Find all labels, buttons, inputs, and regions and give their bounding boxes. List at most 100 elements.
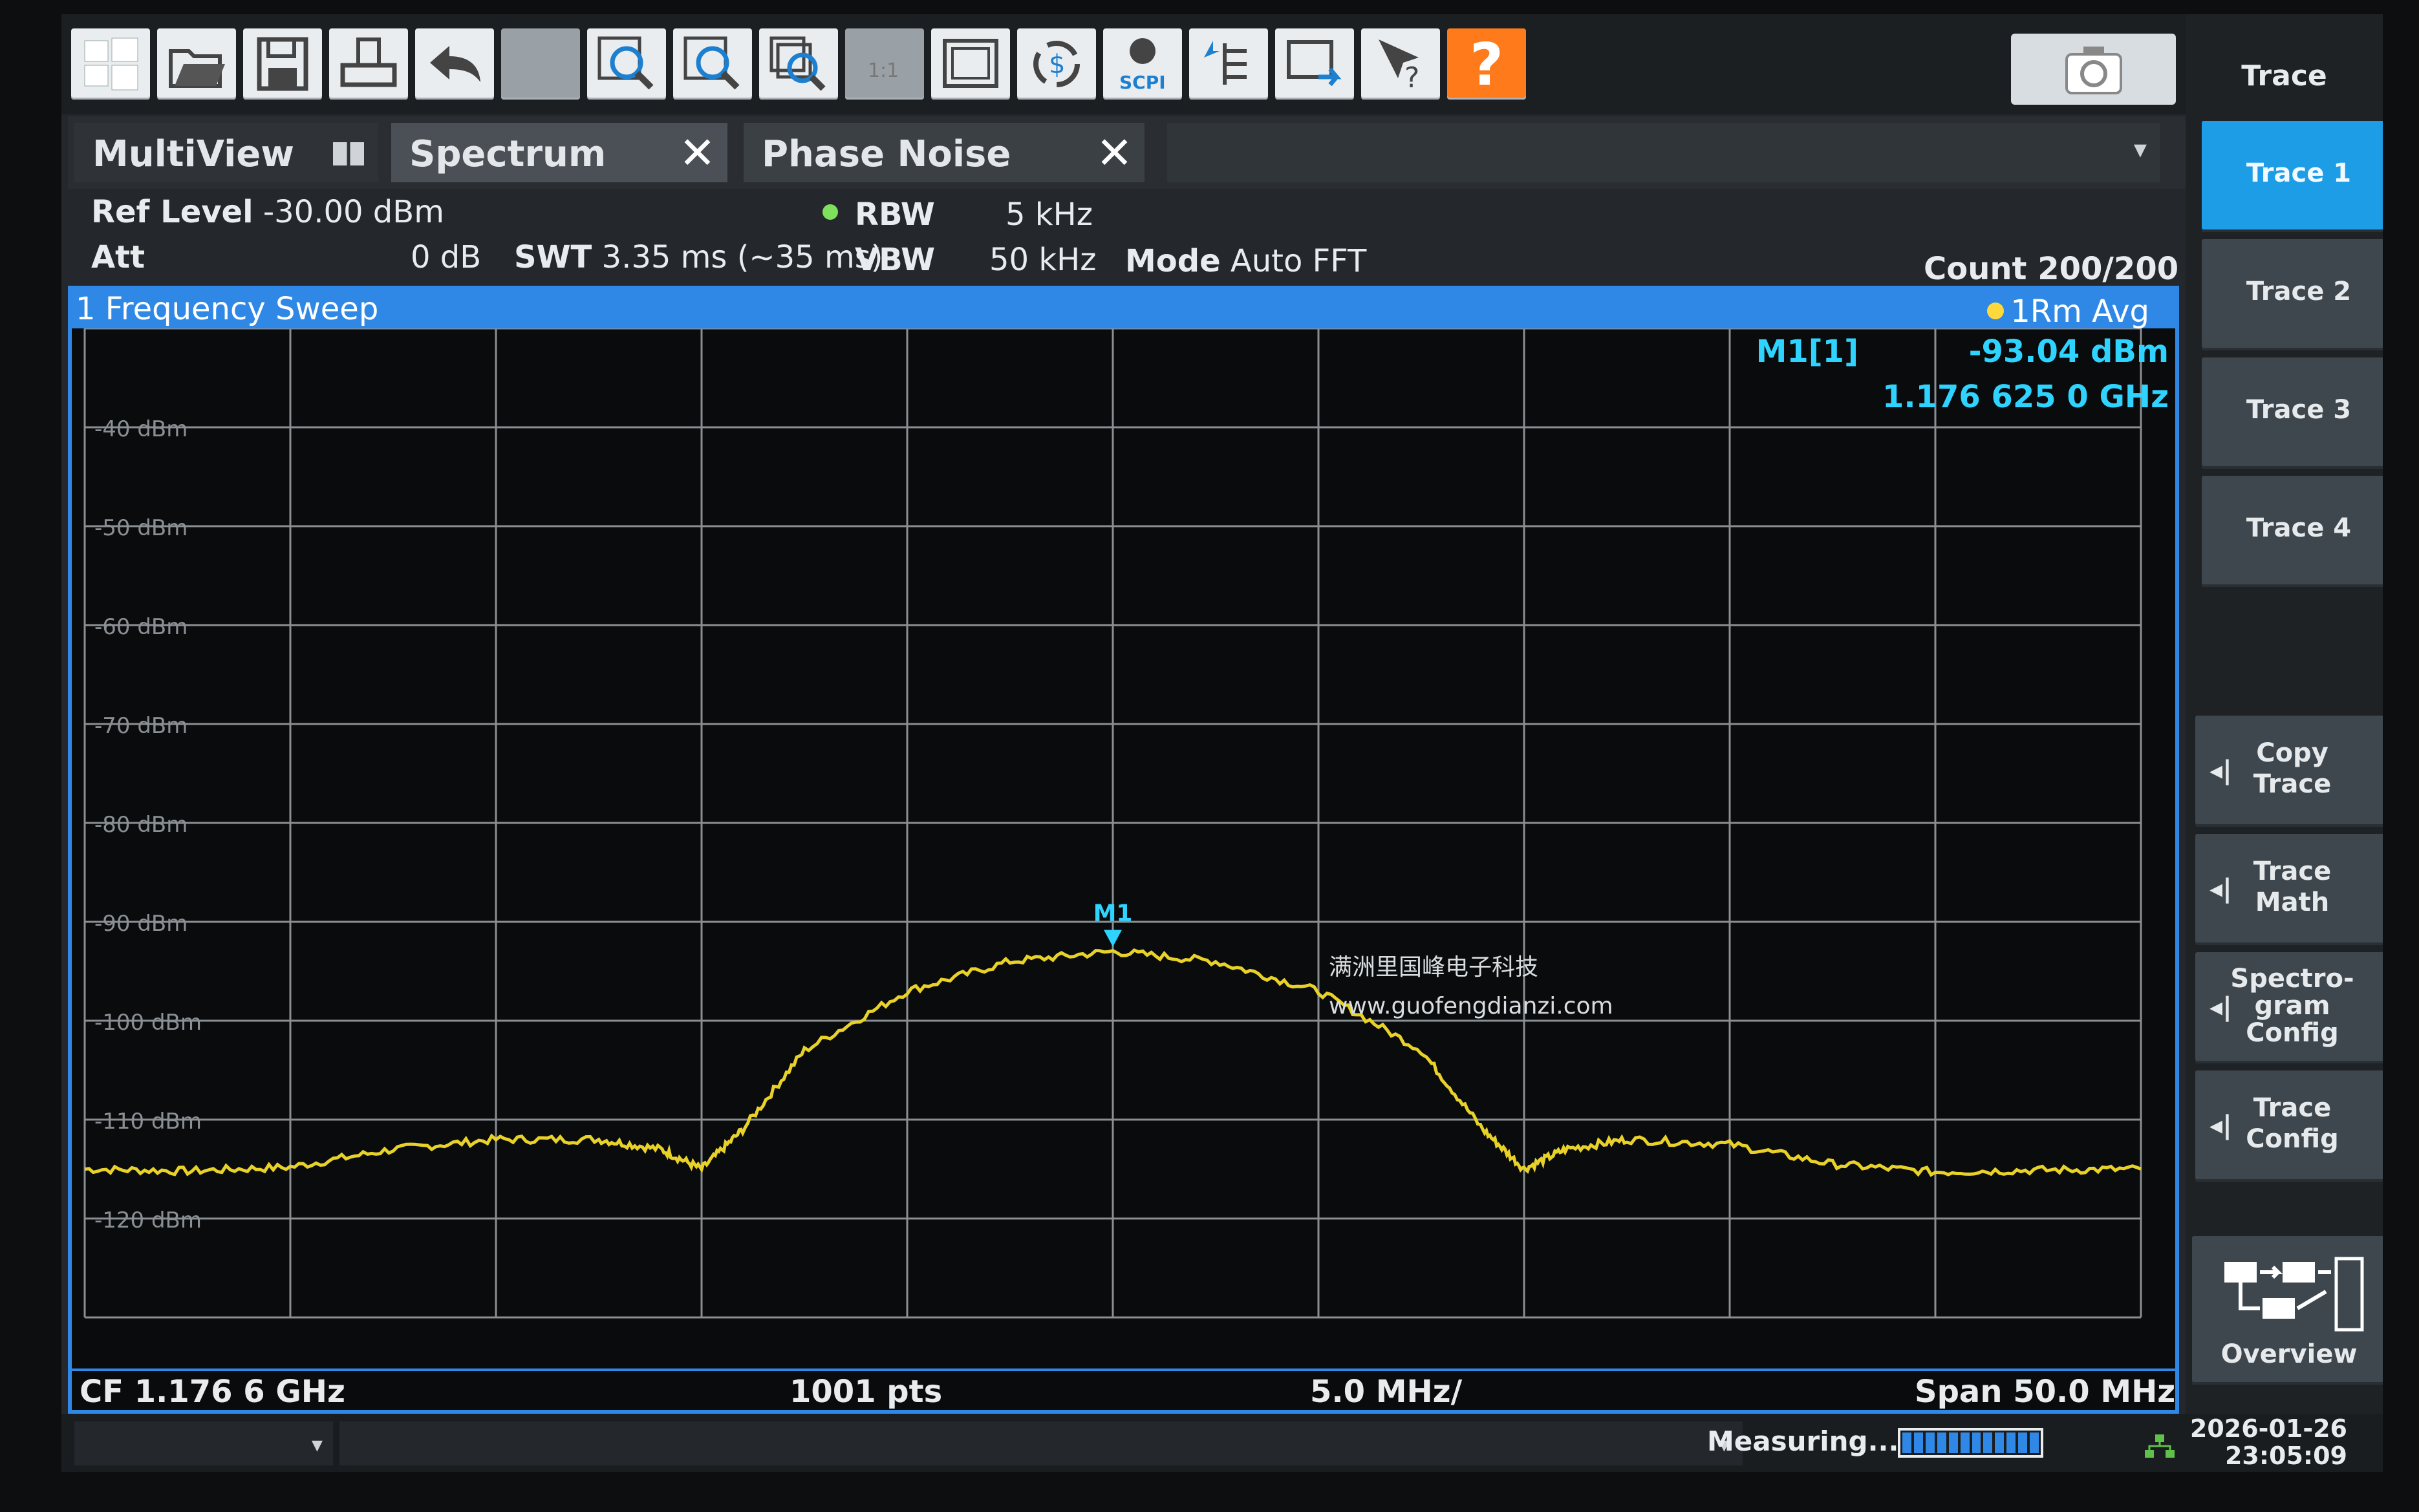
windows-start-icon[interactable] [71,28,150,100]
tab-multiview-label: MultiView [92,133,295,175]
scpi-label: SCPI [1119,72,1166,93]
progress-segment [1983,1432,1993,1453]
swt[interactable]: SWT 3.35 ms (~35 ms) [514,239,883,275]
camera-icon [2065,47,2122,94]
display-icon[interactable] [1275,28,1354,100]
progress-segment [1960,1432,1970,1453]
sweep-count: Count 200/200 [1924,251,2179,287]
softkey-copy-trace[interactable]: ◂| Copy Trace [2195,716,2383,827]
softkey-trace-math[interactable]: ◂| Trace Math [2195,834,2383,945]
ref-level-label: Ref Level [91,194,253,230]
zoom-icon[interactable] [587,28,666,100]
progress-segment [1972,1432,1981,1453]
undo-icon[interactable] [415,28,494,100]
softkey-trace-4[interactable]: Trace 4 [2202,476,2383,587]
panel-title: Trace [2241,59,2327,92]
tab-bar: MultiView Spectrum ✕ Phase Noise ✕ ▾ [68,116,2189,189]
vbw-label-text: VBW [855,242,936,278]
multi-zoom-icon[interactable] [673,28,752,100]
swt-label: SWT [514,239,592,275]
y-tick-label: -100 dBm [94,1010,202,1036]
att-label[interactable]: Att [91,239,145,275]
overview-flow-icon [2224,1257,2364,1332]
softkey-trace-3[interactable]: Trace 3 [2202,357,2383,469]
svg-text:$: $ [1049,50,1065,80]
att-value[interactable]: 0 dB [411,239,481,275]
full-screen-icon[interactable] [931,28,1010,100]
toolbar: 1:1 $ SCPI ? ? [61,14,2195,114]
y-tick-label: -50 dBm [94,515,188,541]
close-icon[interactable]: ✕ [1096,128,1133,179]
progress-segment [1995,1432,2005,1453]
tab-overflow-menu[interactable]: ▾ [1167,123,2160,182]
att-label-text: Att [91,239,145,275]
redo-icon[interactable] [501,28,580,100]
tab-phase-noise[interactable]: Phase Noise ✕ [744,123,1145,182]
help-icon[interactable]: ? [1447,28,1526,100]
sweep-mode[interactable]: Mode Auto FFT [1125,243,1366,279]
softkey-trace-config[interactable]: ◂| Trace Config [2195,1070,2383,1182]
close-icon[interactable]: ✕ [679,128,716,179]
progress-segment [1902,1432,1911,1453]
status-combo-left[interactable]: ▾ [74,1421,333,1465]
y-tick-label: -90 dBm [94,911,188,937]
zoom-off-icon[interactable]: 1:1 [845,28,924,100]
measuring-status: Measuring... [1707,1425,1899,1457]
screenshot-camera-button[interactable] [2011,34,2176,105]
softkey-label: Copy Trace [2253,738,2332,799]
vbw-value[interactable]: 50 kHz [989,242,1096,278]
scpi-icon[interactable]: SCPI [1103,28,1182,100]
softkey-label: Trace Config [2246,1093,2339,1154]
y-tick-label: -60 dBm [94,614,188,640]
chevron-down-icon: ▾ [2133,134,2147,164]
sequencer-icon[interactable] [1189,28,1268,100]
ref-level[interactable]: Ref Level -30.00 dBm [91,194,444,230]
vbw-label[interactable]: VBW [855,242,935,278]
frequency-sweep-window[interactable]: 1 Frequency Sweep 1Rm Avg -40 dBm -50 dBm… [68,286,2179,1414]
zoom-mode-icon[interactable] [759,28,838,100]
y-tick-label: -40 dBm [94,416,188,442]
rbw-label-text: RBW [855,197,935,233]
rbw-label[interactable]: RBW [855,197,935,233]
mode-value: Auto FFT [1230,243,1367,279]
softkey-spectrogram-config[interactable]: ◂| Spectro- gram Config [2195,952,2383,1063]
frequency-per-division: 5.0 MHz/ [1310,1374,1463,1410]
date: 2026-01-26 [2189,1414,2347,1443]
window-footer: CF 1.176 6 GHz 1001 pts 5.0 MHz/ Span 50… [72,1368,2175,1410]
softkey-trace-2[interactable]: Trace 2 [2202,239,2383,350]
progress-segment [1925,1432,1935,1453]
refresh-icon[interactable]: $ [1017,28,1096,100]
save-icon[interactable] [243,28,322,100]
swt-value: 3.35 ms (~35 ms) [601,239,883,275]
marker-frequency: 1.176 625 0 GHz [1882,379,2169,415]
softkey-label: Trace 4 [2246,513,2352,543]
softkey-trace-1[interactable]: Trace 1 [2202,121,2383,232]
marker-triangle [1104,930,1122,947]
measurement-progress-bar [1898,1428,2043,1458]
ref-level-value: -30.00 dBm [263,194,444,230]
print-icon[interactable] [329,28,408,100]
mode-label: Mode [1125,243,1221,279]
tab-multiview[interactable]: MultiView [74,123,378,182]
watermark-line-1: 满洲里国峰电子科技 [1329,954,1539,981]
overview-label: Overview [2220,1339,2358,1369]
progress-segment [2030,1432,2039,1453]
progress-segment [1948,1432,1958,1453]
tab-spectrum[interactable]: Spectrum ✕ [391,123,727,182]
sweep-points[interactable]: 1001 pts [790,1374,942,1410]
center-frequency[interactable]: CF 1.176 6 GHz [80,1374,345,1410]
rbw-value[interactable]: 5 kHz [1005,197,1093,233]
marker-name: M1[1] [1756,334,1858,370]
help-pointer-icon[interactable]: ? [1361,28,1440,100]
softkey-label: Trace 3 [2246,395,2352,425]
overview-button[interactable]: Overview [2192,1236,2383,1385]
status-message-combo[interactable]: ▾ [339,1421,1743,1465]
network-icon [2145,1434,2175,1458]
svg-text:1:1: 1:1 [868,59,899,82]
measurement-parameters: Ref Level -30.00 dBm Att 0 dB SWT 3.35 m… [74,190,2189,287]
rbw-indicator-dot [822,204,838,220]
frequency-span[interactable]: Span 50.0 MHz [1915,1374,2175,1410]
folder-open-icon[interactable] [157,28,236,100]
spectrum-plot[interactable]: -40 dBm -50 dBm -60 dBm -70 dBm -80 dBm -90 d… [72,328,2175,1371]
softkey-label: Trace 1 [2246,158,2352,188]
